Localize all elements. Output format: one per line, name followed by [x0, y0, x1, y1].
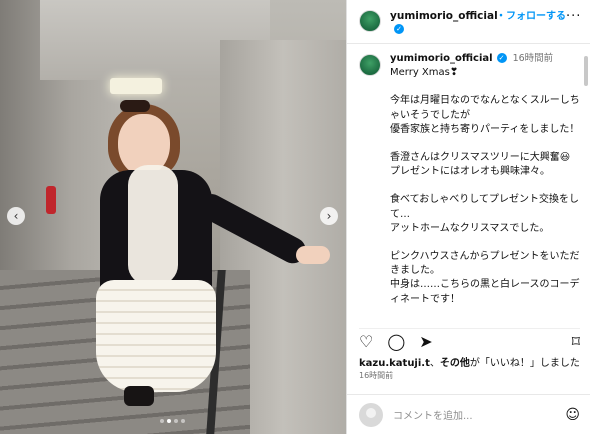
liker-username[interactable]: kazu.katuji.t	[359, 358, 430, 369]
caption-username[interactable]: yumimorio_official	[390, 53, 493, 64]
verified-badge-icon: ✓	[496, 53, 507, 63]
post-header: yumimorio_official ✓ ・フォローする ···	[347, 0, 590, 44]
post-photo: ‹ ›	[0, 0, 346, 434]
likes-connector: 、	[429, 358, 440, 369]
header-username-text[interactable]: yumimorio_official	[390, 10, 498, 22]
header-username[interactable]: yumimorio_official ✓	[390, 10, 498, 36]
heart-icon[interactable]: ♡	[359, 332, 373, 351]
caption-paragraph: 食べておしゃべりしてプレゼント交換をして… アットホームなクリスマスでした。	[390, 194, 579, 234]
avatar[interactable]	[359, 10, 381, 32]
likes-summary: kazu.katuji.t、その他が「いいね！」しました	[359, 354, 580, 369]
lace-skirt	[96, 280, 216, 392]
likes-suffix: が「いいね！」しました	[469, 358, 580, 369]
more-icon[interactable]: ···	[566, 10, 581, 23]
lace-ruffle	[128, 165, 178, 285]
bookmark-icon[interactable]: ⌑	[572, 332, 580, 351]
carousel-dot	[174, 419, 178, 423]
previous-photo-button[interactable]: ‹	[7, 207, 25, 225]
hair-bow	[120, 100, 150, 112]
caption-paragraph: 香澄さんはクリスマスツリーに大興奮😃 プレゼントにはオレオも興味津々。	[390, 152, 571, 178]
post-sidebar: yumimorio_official✓ ・フォローする ··· yumimori…	[346, 0, 590, 434]
post-timestamp: 16時間前	[359, 371, 394, 380]
person-hand	[296, 246, 330, 264]
follow-button[interactable]: ・フォローする	[496, 10, 566, 23]
caption: yumimorio_official ✓ 16時間前 Merry Xmas❣ 今年は…	[347, 52, 590, 320]
wall-light	[110, 78, 162, 94]
likes-others-link[interactable]: その他	[440, 358, 470, 369]
caption-paragraph: Merry Xmas❣	[390, 67, 459, 79]
comment-input[interactable]: コメントを追加...	[393, 407, 565, 422]
fire-extinguisher	[46, 186, 56, 214]
caption-scrollbar[interactable]	[584, 56, 588, 86]
verified-badge-icon: ✓	[394, 24, 404, 34]
next-photo-button[interactable]: ›	[320, 207, 338, 225]
caption-body: yumimorio_official ✓ 16時間前 Merry Xmas❣ 今年は…	[390, 52, 584, 307]
emoji-icon[interactable]: ☺	[565, 407, 580, 423]
share-icon[interactable]: ➤	[419, 332, 432, 351]
action-bar: ♡ ◯ ➤ ⌑	[359, 328, 580, 350]
comment-bar: コメントを追加... ☺	[347, 394, 590, 434]
user-avatar	[359, 402, 383, 427]
comment-icon[interactable]: ◯	[387, 332, 405, 351]
boots	[124, 386, 154, 406]
carousel-dot	[160, 419, 164, 423]
caption-time: 16時間前	[512, 53, 554, 64]
caption-paragraph: ピンクハウスさんからプレゼントをいただきました。 中身は……こちらの黒と白レース…	[390, 251, 580, 305]
carousel-dot-active	[167, 419, 171, 423]
carousel-dots	[160, 419, 185, 423]
avatar[interactable]	[359, 54, 381, 76]
caption-paragraph: 今年は月曜日なのでなんとなくスルーしちゃいそうでしたが 優香家族と持ち寄りパーテ…	[390, 95, 580, 135]
carousel-dot	[181, 419, 185, 423]
